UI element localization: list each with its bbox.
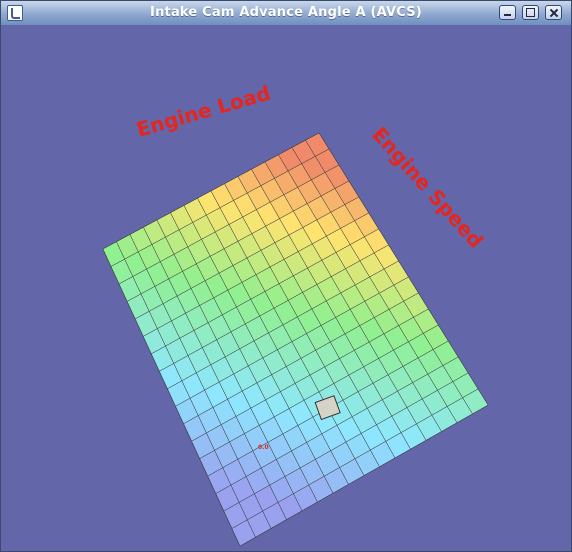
surface-plot[interactable]: Engine Load Engine Speed 0.0 xyxy=(1,25,571,551)
plot-canvas[interactable]: Engine Load Engine Speed 0.0 xyxy=(1,25,571,551)
minimize-button[interactable] xyxy=(499,5,516,20)
selected-cell-value-label: 0.0 xyxy=(258,444,269,451)
maximize-button[interactable] xyxy=(522,5,539,20)
title-bar[interactable]: Intake Cam Advance Angle A (AVCS) xyxy=(1,1,571,26)
app-window: Intake Cam Advance Angle A (AVCS) Engine… xyxy=(0,0,572,552)
engine-load-axis-label: Engine Load xyxy=(134,81,273,142)
window-title: Intake Cam Advance Angle A (AVCS) xyxy=(150,5,422,20)
engine-speed-axis-label: Engine Speed xyxy=(367,122,488,253)
close-button[interactable] xyxy=(545,5,562,20)
